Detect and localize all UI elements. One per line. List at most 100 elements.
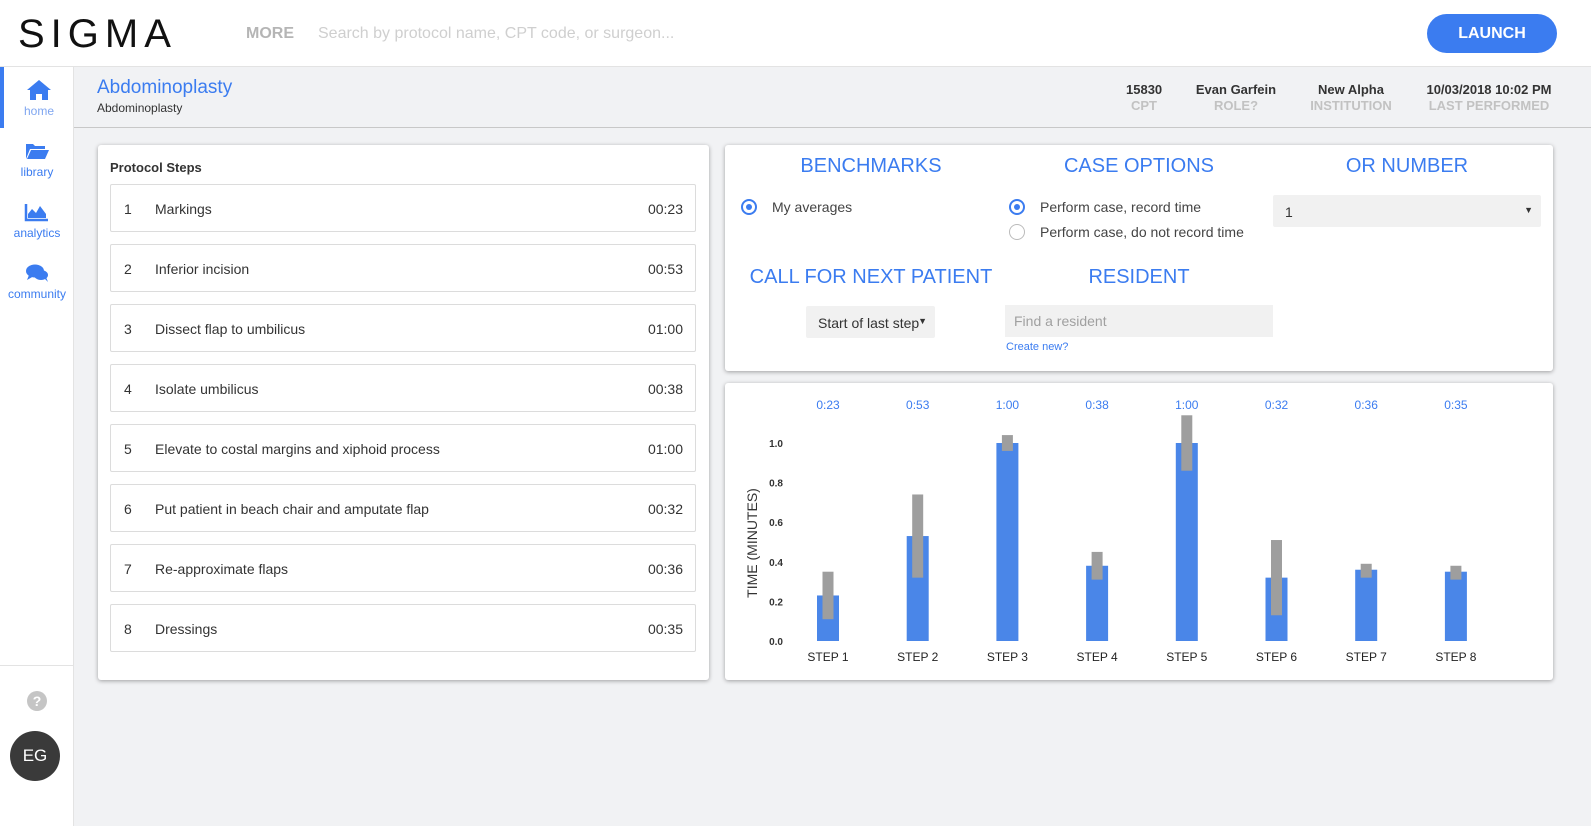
- radio-label: Perform case, do not record time: [1040, 224, 1244, 240]
- step-name: Elevate to costal margins and xiphoid pr…: [155, 441, 440, 457]
- protocol-step-row[interactable]: 4 Isolate umbilicus 00:38: [110, 364, 696, 412]
- sidebar-item-analytics[interactable]: analytics: [0, 189, 74, 250]
- range-bar-step-4: [1091, 551, 1103, 580]
- chevron-down-icon: ▼: [918, 316, 927, 326]
- meta-key: INSTITUTION: [1310, 98, 1392, 113]
- page-title[interactable]: Abdominoplasty: [97, 77, 232, 99]
- launch-button[interactable]: LAUNCH: [1427, 14, 1557, 53]
- or-number-select[interactable]: 1 ▼: [1273, 195, 1541, 227]
- step-time: 00:35: [647, 621, 683, 637]
- protocol-step-row[interactable]: 5 Elevate to costal margins and xiphoid p…: [110, 424, 696, 472]
- step-number: 4: [124, 381, 132, 397]
- meta-value: 15830: [1126, 82, 1163, 97]
- sidebar: home library analytics community ? EG: [0, 67, 74, 826]
- step-name: Dressings: [155, 621, 218, 637]
- home-icon: [27, 80, 51, 100]
- range-bar-step-2: [912, 494, 924, 578]
- bar-value-label: 0:23: [816, 398, 840, 412]
- meta-cpt: 15830 CPT: [1126, 82, 1162, 113]
- radio-unselected[interactable]: [1009, 224, 1025, 240]
- step-name: Re-approximate flaps: [155, 561, 289, 577]
- sidebar-item-label: analytics: [13, 226, 61, 240]
- sidebar-item-label: community: [7, 287, 66, 301]
- protocol-step-row[interactable]: 1 Markings 00:23: [110, 184, 696, 232]
- range-bar-step-8: [1450, 565, 1462, 580]
- bar-value-label: 0:38: [1085, 398, 1109, 412]
- benchmarks-heading: BENCHMARKS: [800, 155, 942, 177]
- step-time: 00:23: [647, 201, 683, 217]
- search-input[interactable]: [318, 22, 1078, 46]
- step-number: 7: [124, 561, 132, 577]
- y-tick-label: 0.0: [769, 637, 783, 648]
- step-time: 00:53: [647, 261, 683, 277]
- x-tick-label: STEP 2: [897, 650, 938, 664]
- bar-step-5: [1175, 443, 1198, 641]
- step-name: Isolate umbilicus: [155, 381, 259, 397]
- range-bar-step-5: [1181, 415, 1193, 471]
- protocol-step-row[interactable]: 7 Re-approximate flaps 00:36: [110, 544, 696, 592]
- step-name: Dissect flap to umbilicus: [155, 321, 306, 337]
- protocol-step-row[interactable]: 2 Inferior incision 00:53: [110, 244, 696, 292]
- top-bar: SIGMA MORE LAUNCH: [0, 0, 1591, 67]
- y-axis-label: TIME (MINUTES): [744, 488, 760, 598]
- sidebar-item-label: library: [20, 165, 54, 179]
- sigma-logo[interactable]: SIGMA: [18, 12, 177, 57]
- step-times-chart-card: TIME (MINUTES) 0.0 0.2 0.4 0.6 0.8 1.0 0:23 STEP…: [725, 383, 1553, 680]
- meta-last-performed: 10/03/2018 10:02 PM LAST PERFORMED: [1420, 82, 1558, 113]
- help-icon[interactable]: ?: [27, 691, 47, 711]
- range-bar-step-3: [1001, 435, 1013, 451]
- step-number: 5: [124, 441, 132, 457]
- step-time: 01:00: [647, 441, 683, 457]
- y-tick-label: 0.6: [769, 518, 783, 529]
- step-number: 3: [124, 321, 132, 337]
- step-name: Inferior incision: [155, 261, 250, 277]
- select-value: Start of last step: [818, 315, 920, 331]
- radio-selected[interactable]: [741, 199, 757, 215]
- or-number-heading: OR NUMBER: [1345, 155, 1469, 177]
- resident-heading: RESIDENT: [1088, 266, 1190, 288]
- area-chart-icon: [24, 204, 48, 222]
- protocol-step-row[interactable]: 8 Dressings 00:35: [110, 604, 696, 652]
- step-number: 6: [124, 501, 132, 517]
- resident-search-input[interactable]: [1005, 305, 1273, 337]
- case-options-card: BENCHMARKS My averages CASE OPTIONS Perf…: [725, 145, 1553, 371]
- x-tick-label: STEP 4: [1077, 650, 1118, 664]
- y-tick-label: 1.0: [769, 439, 783, 450]
- meta-key: CPT: [1131, 98, 1157, 113]
- step-number: 8: [124, 621, 132, 637]
- call-next-patient-heading: CALL FOR NEXT PATIENT: [749, 266, 993, 288]
- avatar[interactable]: EG: [10, 731, 60, 781]
- sidebar-divider: [0, 665, 73, 666]
- sidebar-item-community[interactable]: community: [0, 250, 74, 311]
- step-name: Put patient in beach chair and amputate …: [155, 501, 429, 517]
- bar-value-label: 0:53: [906, 398, 930, 412]
- bar-step-8: [1444, 571, 1467, 641]
- protocol-step-row[interactable]: 6 Put patient in beach chair and amputate…: [110, 484, 696, 532]
- radio-label: Perform case, record time: [1040, 199, 1202, 215]
- page-subtitle: Abdominoplasty: [97, 101, 183, 115]
- x-tick-label: STEP 1: [807, 650, 848, 664]
- x-tick-label: STEP 5: [1166, 650, 1207, 664]
- comments-icon: [26, 264, 48, 282]
- protocol-header: Abdominoplasty Abdominoplasty 15830 CPT …: [74, 67, 1591, 128]
- meta-key: LAST PERFORMED: [1428, 98, 1550, 113]
- meta-value: New Alpha: [1318, 82, 1384, 97]
- folder-open-icon: [26, 144, 49, 159]
- bar-value-label: 0:36: [1355, 398, 1379, 412]
- sidebar-item-library[interactable]: library: [0, 128, 74, 189]
- step-number: 2: [124, 261, 132, 277]
- range-bar-step-7: [1360, 563, 1372, 578]
- create-resident-link[interactable]: Create new?: [1006, 341, 1068, 353]
- more-menu[interactable]: MORE: [246, 25, 294, 43]
- bar-step-7: [1355, 569, 1378, 641]
- protocol-step-row[interactable]: 3 Dissect flap to umbilicus 01:00: [110, 304, 696, 352]
- sidebar-item-home[interactable]: home: [0, 67, 74, 128]
- x-tick-label: STEP 3: [987, 650, 1028, 664]
- radio-selected[interactable]: [1009, 199, 1025, 215]
- step-times-chart: TIME (MINUTES) 0.0 0.2 0.4 0.6 0.8 1.0 0:23 STEP…: [744, 398, 1477, 664]
- meta-key[interactable]: ROLE?: [1188, 98, 1284, 113]
- call-next-patient-select[interactable]: Start of last step ▼: [806, 306, 935, 338]
- y-tick-label: 0.2: [769, 597, 783, 608]
- protocol-steps-card: Protocol Steps 1 Markings 00:23 2 Inferior i…: [98, 145, 709, 680]
- bar-step-3: [996, 443, 1019, 641]
